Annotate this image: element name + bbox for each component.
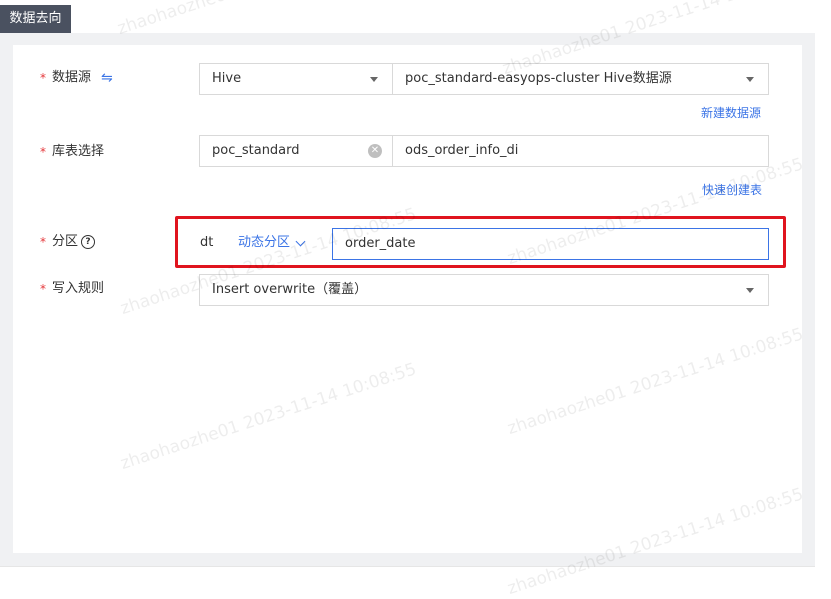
write-rule-select[interactable]: Insert overwrite（覆盖） [199, 274, 769, 306]
highlight-box [175, 216, 786, 268]
required-mark: * [40, 145, 46, 159]
partition-label-row: * 分区 ? [40, 232, 96, 252]
new-datasource-link[interactable]: 新建数据源 [701, 104, 761, 122]
datasource-label-row: * 数据源 ⇋ [40, 68, 113, 88]
datasource-select[interactable]: poc_standard-easyops-cluster Hive数据源 [392, 63, 769, 95]
required-mark: * [40, 235, 46, 249]
table-select-label: 库表选择 [52, 144, 105, 159]
chevron-down-icon [746, 288, 754, 293]
partition-label: 分区 [52, 234, 79, 249]
table-value: ods_order_info_di [405, 143, 519, 158]
write-rule-value: Insert overwrite（覆盖） [212, 282, 368, 297]
database-value: poc_standard [212, 143, 300, 158]
table-select[interactable]: ods_order_info_di [392, 135, 769, 167]
chevron-down-icon [370, 77, 378, 82]
quick-create-table-link[interactable]: 快速创建表 [702, 181, 762, 199]
datasource-value: poc_standard-easyops-cluster Hive数据源 [405, 71, 672, 86]
clear-icon[interactable]: ✕ [368, 144, 382, 158]
database-select[interactable]: poc_standard ✕ [199, 135, 393, 167]
datasource-type-select[interactable]: Hive [199, 63, 393, 95]
swap-icon[interactable]: ⇋ [101, 68, 113, 88]
chevron-down-icon [746, 77, 754, 82]
write-rule-label-row: * 写入规则 [40, 279, 104, 299]
required-mark: * [40, 71, 46, 85]
datasource-type-value: Hive [212, 71, 242, 86]
datasource-label: 数据源 [52, 70, 92, 85]
write-rule-label: 写入规则 [52, 281, 105, 296]
table-label-row: * 库表选择 [40, 142, 104, 162]
required-mark: * [40, 282, 46, 296]
bottom-divider [0, 566, 815, 593]
help-icon[interactable]: ? [81, 235, 96, 249]
section-tab-data-destination: 数据去向 [0, 5, 71, 33]
